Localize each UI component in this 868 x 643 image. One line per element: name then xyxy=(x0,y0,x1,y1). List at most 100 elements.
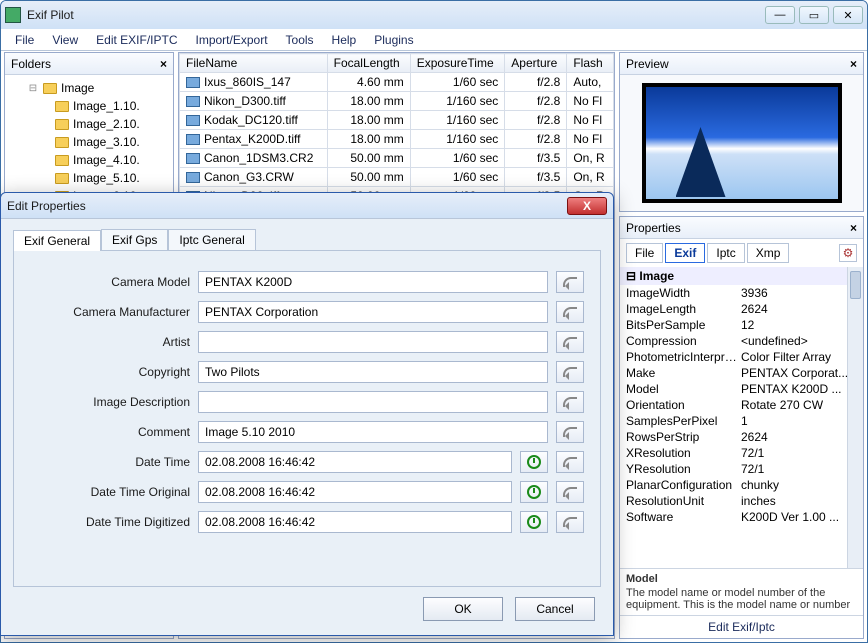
image-description-input[interactable] xyxy=(198,391,548,413)
property-row[interactable]: ModelPENTAX K200D ... xyxy=(620,381,863,397)
artist-input[interactable] xyxy=(198,331,548,353)
table-row[interactable]: Pentax_K200D.tiff18.00 mm1/160 secf/2.8N… xyxy=(180,130,614,149)
field-label: Date Time Digitized xyxy=(30,515,190,529)
table-row[interactable]: Kodak_DC120.tiff18.00 mm1/160 secf/2.8No… xyxy=(180,111,614,130)
tree-item[interactable]: Image_2.10. xyxy=(9,115,173,133)
undo-icon xyxy=(563,487,577,497)
form-row-date-time-original: Date Time Original xyxy=(30,481,584,503)
tab-exif[interactable]: Exif xyxy=(665,243,705,263)
property-row[interactable]: ImageWidth3936 xyxy=(620,285,863,301)
undo-button[interactable] xyxy=(556,451,584,473)
property-row[interactable]: SoftwareK200D Ver 1.00 ... xyxy=(620,509,863,525)
table-row[interactable]: Canon_1DSM3.CR250.00 mm1/60 secf/3.5On, … xyxy=(180,149,614,168)
property-row[interactable]: XResolution72/1 xyxy=(620,445,863,461)
folders-title: Folders xyxy=(11,57,51,71)
folder-tree: ⊟ Image Image_1.10. Image_2.10. Image_3.… xyxy=(5,75,173,209)
menubar: File View Edit EXIF/IPTC Import/Export T… xyxy=(1,29,867,51)
menu-edit-exif-iptc[interactable]: Edit EXIF/IPTC xyxy=(88,31,185,49)
property-row[interactable]: Compression<undefined> xyxy=(620,333,863,349)
collapse-icon[interactable]: ⊟ xyxy=(27,83,39,94)
undo-button[interactable] xyxy=(556,301,584,323)
field-label: Artist xyxy=(30,335,190,349)
clock-button[interactable] xyxy=(520,511,548,533)
property-row[interactable]: YResolution72/1 xyxy=(620,461,863,477)
undo-button[interactable] xyxy=(556,271,584,293)
col-exposure[interactable]: ExposureTime xyxy=(410,54,505,73)
properties-close-icon[interactable]: × xyxy=(850,221,857,235)
camera-make-input[interactable] xyxy=(198,301,548,323)
scrollbar[interactable] xyxy=(847,267,863,568)
clock-button[interactable] xyxy=(520,481,548,503)
tree-root[interactable]: ⊟ Image xyxy=(9,79,173,97)
menu-help[interactable]: Help xyxy=(324,31,365,49)
col-aperture[interactable]: Aperture xyxy=(505,54,567,73)
form-row-camera-model: Camera Model xyxy=(30,271,584,293)
close-button[interactable]: ✕ xyxy=(833,6,863,24)
date-time-digitized-input[interactable] xyxy=(198,511,512,533)
undo-button[interactable] xyxy=(556,421,584,443)
property-row[interactable]: BitsPerSample12 xyxy=(620,317,863,333)
undo-icon xyxy=(563,517,577,527)
col-flash[interactable]: Flash xyxy=(567,54,614,73)
dialog-close-button[interactable]: X xyxy=(567,197,607,215)
col-filename[interactable]: FileName xyxy=(180,54,328,73)
date-time-input[interactable] xyxy=(198,451,512,473)
copyright-input[interactable] xyxy=(198,361,548,383)
property-row[interactable]: PlanarConfigurationchunky xyxy=(620,477,863,493)
preview-close-icon[interactable]: × xyxy=(850,57,857,71)
property-row[interactable]: OrientationRotate 270 CW xyxy=(620,397,863,413)
folders-close-icon[interactable]: × xyxy=(160,57,167,71)
property-row[interactable]: MakePENTAX Corporat... xyxy=(620,365,863,381)
menu-tools[interactable]: Tools xyxy=(278,31,322,49)
menu-import-export[interactable]: Import/Export xyxy=(188,31,276,49)
file-icon xyxy=(186,153,200,164)
undo-button[interactable] xyxy=(556,361,584,383)
field-label: Image Description xyxy=(30,395,190,409)
tree-item[interactable]: Image_5.10. xyxy=(9,169,173,187)
tab-iptc[interactable]: Iptc xyxy=(707,243,744,263)
minimize-button[interactable]: — xyxy=(765,6,795,24)
maximize-button[interactable]: ▭ xyxy=(799,6,829,24)
tree-item[interactable]: Image_3.10. xyxy=(9,133,173,151)
property-row[interactable]: ImageLength2624 xyxy=(620,301,863,317)
tab-file[interactable]: File xyxy=(626,243,663,263)
table-row[interactable]: Nikon_D300.tiff18.00 mm1/160 secf/2.8No … xyxy=(180,92,614,111)
clock-icon xyxy=(527,515,541,529)
file-icon xyxy=(186,115,200,126)
tab-exif-gps[interactable]: Exif Gps xyxy=(101,229,168,250)
camera-model-input[interactable] xyxy=(198,271,548,293)
app-icon xyxy=(5,7,21,23)
menu-plugins[interactable]: Plugins xyxy=(366,31,421,49)
tab-exif-general[interactable]: Exif General xyxy=(13,230,101,251)
tab-xmp[interactable]: Xmp xyxy=(747,243,790,263)
property-row[interactable]: PhotometricInterpretatioColor Filter Arr… xyxy=(620,349,863,365)
gear-icon[interactable]: ⚙ xyxy=(839,244,857,262)
property-row[interactable]: RowsPerStrip2624 xyxy=(620,429,863,445)
cancel-button[interactable]: Cancel xyxy=(515,597,595,621)
tab-iptc-general[interactable]: Iptc General xyxy=(168,229,255,250)
undo-button[interactable] xyxy=(556,481,584,503)
ok-button[interactable]: OK xyxy=(423,597,503,621)
date-time-original-input[interactable] xyxy=(198,481,512,503)
undo-icon xyxy=(563,397,577,407)
folder-icon xyxy=(55,155,69,166)
menu-file[interactable]: File xyxy=(7,31,42,49)
clock-button[interactable] xyxy=(520,451,548,473)
tree-item[interactable]: Image_4.10. xyxy=(9,151,173,169)
comment-input[interactable] xyxy=(198,421,548,443)
tree-item[interactable]: Image_1.10. xyxy=(9,97,173,115)
property-row[interactable]: SamplesPerPixel1 xyxy=(620,413,863,429)
undo-button[interactable] xyxy=(556,331,584,353)
properties-panel: Properties × File Exif Iptc Xmp ⚙ ⊟ Imag… xyxy=(619,216,864,639)
file-icon xyxy=(186,134,200,145)
undo-button[interactable] xyxy=(556,391,584,413)
undo-button[interactable] xyxy=(556,511,584,533)
edit-exif-iptc-link[interactable]: Edit Exif/Iptc xyxy=(620,615,863,638)
scrollbar-thumb[interactable] xyxy=(850,271,861,299)
table-row[interactable]: Ixus_860IS_1474.60 mm1/60 secf/2.8Auto, xyxy=(180,73,614,92)
menu-view[interactable]: View xyxy=(44,31,86,49)
col-focal[interactable]: FocalLength xyxy=(327,54,410,73)
table-row[interactable]: Canon_G3.CRW50.00 mm1/60 secf/3.5On, R xyxy=(180,168,614,187)
property-row[interactable]: ResolutionUnitinches xyxy=(620,493,863,509)
preview-image xyxy=(642,83,842,203)
